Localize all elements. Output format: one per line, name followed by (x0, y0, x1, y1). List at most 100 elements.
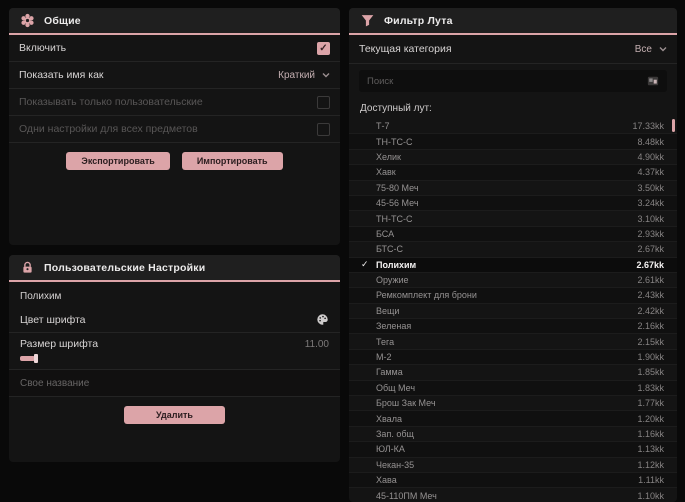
loot-list-item[interactable]: Хвала 1.20kk (349, 411, 677, 427)
general-buttons-row: Экспортировать Импортировать (9, 143, 340, 170)
enable-checkbox[interactable]: ✓ (317, 41, 330, 55)
chevron-down-icon (322, 71, 330, 79)
custom-name-input[interactable] (20, 377, 329, 389)
loot-list-item[interactable]: Хавк 4.37kk (349, 165, 677, 181)
delete-button[interactable]: Удалить (124, 406, 225, 424)
loot-list-item[interactable]: Оружие 2.61kk (349, 273, 677, 289)
loot-item-name: БСА (376, 228, 395, 239)
loot-list-item[interactable]: 45-56 Меч 3.24kk (349, 195, 677, 212)
search-settings-icon[interactable] (647, 75, 659, 87)
loot-item-name: Зеленая (376, 321, 412, 332)
available-loot-label: Доступный лут: (360, 103, 432, 114)
export-button[interactable]: Экспортировать (66, 152, 170, 170)
only-custom-label: Показывать только пользовательские (19, 96, 203, 108)
loot-list-item[interactable]: Чекан-35 1.12kk (349, 458, 677, 473)
category-select[interactable]: Все (635, 44, 667, 55)
loot-list-item[interactable]: БТС-С 2.67kk (349, 242, 677, 258)
font-size-label: Размер шрифта (20, 338, 99, 350)
general-panel: Общие Включить ✓ Показать имя как Кратки… (9, 8, 340, 245)
loot-list-item[interactable]: 75-80 Меч 3.50kk (349, 181, 677, 196)
font-color-row: Цвет шрифта (9, 307, 340, 333)
enable-label: Включить (19, 42, 67, 54)
left-column: Общие Включить ✓ Показать имя как Кратки… (9, 8, 340, 462)
loot-list-item[interactable]: ✓ Полихим 2.67kk (349, 257, 677, 273)
loot-item-price: 1.12kk (637, 459, 664, 470)
loot-item-name: Хавк (376, 167, 396, 178)
enable-row: Включить ✓ (9, 35, 340, 62)
loot-list-item[interactable]: Хава 1.11kk (349, 472, 677, 489)
loot-item-price: 2.15kk (637, 336, 664, 347)
loot-item-name: Оружие (376, 275, 409, 286)
loot-list-item[interactable]: Хелик 4.90kk (349, 150, 677, 166)
loot-item-price: 4.37kk (637, 167, 664, 178)
show-name-select[interactable]: Краткий (278, 70, 330, 81)
same-settings-checkbox[interactable] (317, 122, 330, 136)
loot-item-name: ТН-ТС-С (376, 136, 413, 147)
category-value: Все (634, 43, 652, 55)
loot-item-name: Вещи (376, 305, 400, 316)
filter-funnel-icon (360, 13, 375, 28)
loot-item-price: 8.48kk (637, 136, 664, 147)
loot-item-price: 1.20kk (637, 413, 664, 424)
same-settings-row: Одни настройки для всех предметов (9, 116, 340, 143)
loot-item-name: Тега (376, 336, 395, 347)
only-custom-row: Показывать только пользовательские (9, 89, 340, 116)
loot-item-name: М-2 (376, 352, 392, 363)
font-size-row: Размер шрифта 11.00 (9, 333, 340, 355)
loot-item-price: 1.10kk (637, 490, 664, 501)
loot-item-price: 2.93kk (637, 228, 664, 239)
loot-list-item[interactable]: Гамма 1.85kk (349, 365, 677, 381)
loot-item-name: БТС-С (376, 244, 403, 255)
loot-item-price: 2.43kk (637, 290, 664, 301)
only-custom-checkbox[interactable] (317, 95, 330, 109)
slider-handle[interactable] (34, 354, 38, 363)
loot-list-item[interactable]: М-2 1.90kk (349, 349, 677, 366)
loot-item-price: 1.90kk (637, 352, 664, 363)
slider-fill (20, 356, 35, 361)
loot-list-item[interactable]: Т-7 17.33kk (349, 119, 677, 135)
same-settings-label: Одни настройки для всех предметов (19, 123, 198, 135)
loot-item-name: 45-110ПМ Меч (376, 490, 437, 501)
loot-item-name: Хава (376, 475, 397, 486)
gear-icon (20, 13, 35, 28)
search-input[interactable] (367, 75, 647, 87)
loot-list-item[interactable]: Брош Зак Меч 1.77kk (349, 396, 677, 412)
loot-list-item[interactable]: Вещи 2.42kk (349, 304, 677, 320)
loot-item-name: ЮЛ-КА (376, 444, 405, 455)
loot-item-name: ТН-ТС-С (376, 213, 413, 224)
category-label: Текущая категория (359, 43, 452, 55)
loot-item-price: 3.24kk (637, 198, 664, 209)
loot-list-item[interactable]: ТН-ТС-С 3.10kk (349, 211, 677, 227)
loot-filter-panel: Фильтр Лута Текущая категория Все Досту (349, 8, 677, 502)
loot-item-name: Гамма (376, 367, 403, 378)
loot-item-name: Ремкомплект для брони (376, 290, 477, 301)
loot-list-item[interactable]: Тега 2.15kk (349, 334, 677, 350)
loot-list-item[interactable]: ЮЛ-КА 1.13kk (349, 442, 677, 458)
loot-item-price: 1.83kk (637, 382, 664, 393)
import-button[interactable]: Импортировать (181, 152, 283, 170)
loot-item-name: 45-56 Меч (376, 198, 419, 209)
loot-list-item[interactable]: 45-110ПМ Меч 1.10kk (349, 488, 677, 502)
loot-list-item[interactable]: ТН-ТС-С 8.48kk (349, 134, 677, 150)
scrollbar-thumb[interactable] (672, 119, 675, 132)
loot-list-item[interactable]: Общ Меч 1.83kk (349, 380, 677, 397)
loot-item-name: Полихим (376, 259, 417, 270)
delete-button-row: Удалить (9, 397, 340, 433)
loot-item-price: 1.85kk (637, 367, 664, 378)
loot-filter-header: Фильтр Лута (349, 8, 677, 35)
loot-item-name: Брош Зак Меч (376, 398, 436, 409)
loot-list-item[interactable]: Зеленая 2.16kk (349, 319, 677, 335)
font-size-slider[interactable] (20, 354, 329, 363)
loot-list-item[interactable]: Ремкомплект для брони 2.43kk (349, 288, 677, 304)
show-name-label: Показать имя как (19, 69, 104, 81)
loot-item-price: 3.50kk (637, 182, 664, 193)
loot-list-item[interactable]: Зап. общ 1.16kk (349, 427, 677, 443)
loot-list: Т-7 17.33kk ТН-ТС-С 8.48kk Хелик 4.90kk … (349, 119, 677, 502)
palette-icon[interactable] (316, 313, 329, 326)
font-size-value: 11.00 (304, 338, 329, 350)
loot-list-item[interactable]: БСА 2.93kk (349, 226, 677, 243)
loot-item-name: Чекан-35 (376, 459, 415, 470)
user-settings-icon (20, 260, 35, 275)
loot-item-price: 2.67kk (637, 244, 664, 255)
loot-filter-title: Фильтр Лута (384, 14, 453, 27)
